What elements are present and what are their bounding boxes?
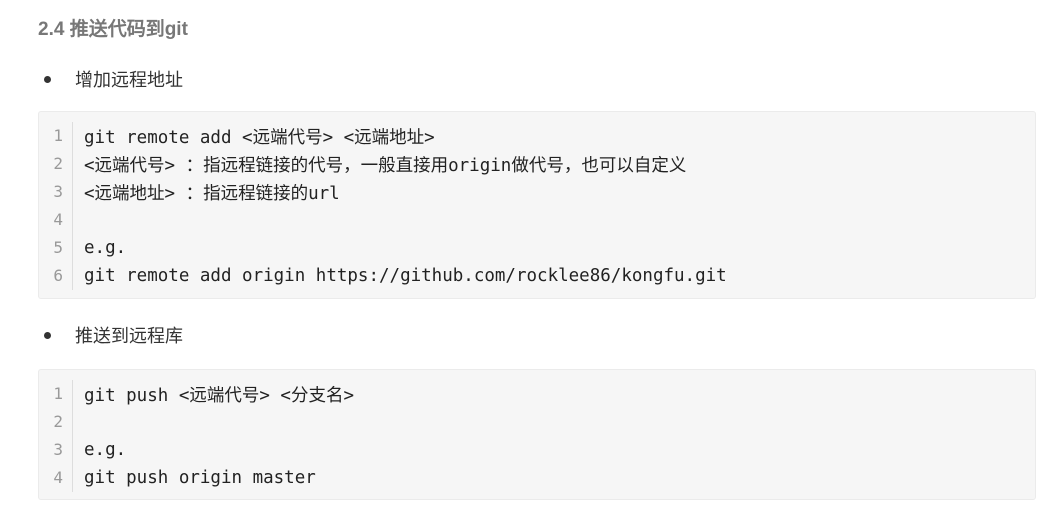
code-line: 1 git remote add <远端代号> <远端地址>	[39, 122, 1035, 150]
code-text: e.g.	[84, 238, 127, 258]
code-text: e.g.	[84, 440, 127, 460]
bullet-item: 增加远程地址	[44, 66, 183, 92]
code-text: <远端地址> ：指远程链接的url	[84, 183, 340, 204]
line-number: 1	[39, 122, 73, 150]
code-line: 3 <远端地址> ：指远程链接的url	[39, 178, 1035, 206]
code-block[interactable]: 1 git remote add <远端代号> <远端地址> 2 <远端代号> ：指…	[38, 111, 1036, 299]
line-number: 3	[39, 436, 73, 464]
bullet-icon	[44, 331, 51, 339]
code-line: 4 git push origin master	[39, 464, 1035, 492]
section-heading: 2.4 推送代码到git	[38, 19, 188, 40]
code-text: <远端代号> ：指远程链接的代号，一般直接用origin做代号，也可以自定义	[84, 155, 687, 176]
bullet-item: 推送到远程库	[44, 322, 183, 348]
code-text: git push <远端代号> <分支名>	[84, 385, 355, 406]
code-line: 5 e.g.	[39, 234, 1035, 262]
code-line: 1 git push <远端代号> <分支名>	[39, 380, 1035, 408]
line-number: 4	[39, 464, 73, 492]
bullet-icon	[44, 75, 51, 83]
bullet-text: 增加远程地址	[75, 70, 183, 90]
code-line: 3 e.g.	[39, 436, 1035, 464]
line-number: 1	[39, 380, 73, 408]
code-line: 2 <远端代号> ：指远程链接的代号，一般直接用origin做代号，也可以自定义	[39, 150, 1035, 178]
line-number: 4	[39, 206, 73, 234]
code-text: git push origin master	[84, 468, 316, 488]
line-number: 6	[39, 262, 73, 290]
line-number: 2	[39, 408, 73, 436]
bullet-text: 推送到远程库	[75, 326, 183, 346]
code-text: git remote add <远端代号> <远端地址>	[84, 127, 435, 148]
code-line: 2	[39, 408, 1035, 436]
code-line: 6 git remote add origin https://github.co…	[39, 262, 1035, 290]
code-text: git remote add origin https://github.com…	[84, 266, 727, 286]
code-block[interactable]: 1 git push <远端代号> <分支名> 2 3 e.g. 4 git push…	[38, 369, 1036, 500]
code-line: 4	[39, 206, 1035, 234]
line-number: 5	[39, 234, 73, 262]
line-number: 3	[39, 178, 73, 206]
line-number: 2	[39, 150, 73, 178]
